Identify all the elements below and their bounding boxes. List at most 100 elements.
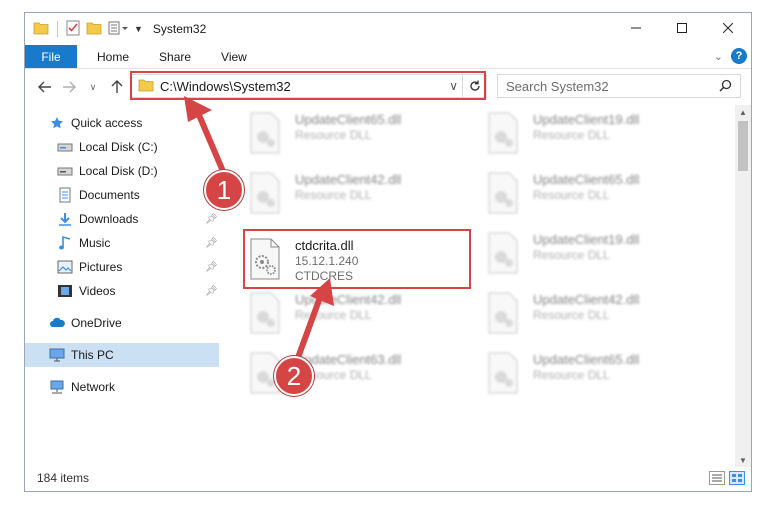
file-highlight bbox=[243, 229, 471, 289]
sidebar-item-label: Local Disk (C:) bbox=[79, 140, 158, 154]
sidebar-item-label: OneDrive bbox=[71, 316, 122, 330]
sidebar-item-label: Downloads bbox=[79, 212, 139, 226]
file-description: Resource DLL bbox=[295, 128, 372, 142]
list-item[interactable]: UpdateClient19.dll Resource DLL bbox=[483, 105, 713, 163]
sidebar-item-pictures[interactable]: Pictures 📌︎ bbox=[57, 255, 219, 279]
search-input[interactable] bbox=[506, 78, 706, 94]
step-1-badge: 1 bbox=[204, 170, 244, 210]
file-name: UpdateClient19.dll bbox=[533, 112, 640, 127]
list-item[interactable]: UpdateClient65.dll Resource DLL bbox=[483, 165, 713, 223]
step-2-badge: 2 bbox=[274, 356, 314, 396]
file-name: UpdateClient65.dll bbox=[533, 352, 640, 367]
file-name: UpdateClient65.dll bbox=[295, 112, 402, 127]
sidebar-item-documents[interactable]: Documents bbox=[57, 183, 140, 207]
list-item[interactable]: UpdateClient65.dll Resource DLL bbox=[245, 105, 475, 163]
tab-home[interactable]: Home bbox=[77, 45, 144, 68]
cloud-icon bbox=[49, 315, 65, 331]
sidebar-item-label: Network bbox=[71, 380, 116, 394]
expand-ribbon-icon[interactable]: ⌄ bbox=[714, 50, 723, 63]
search-box[interactable] bbox=[497, 74, 741, 98]
sidebar-item-quick-access[interactable]: Quick access bbox=[49, 111, 142, 135]
videos-icon bbox=[57, 283, 73, 299]
file-name: UpdateClient42.dll bbox=[295, 292, 402, 307]
music-icon bbox=[57, 235, 73, 251]
drive-icon bbox=[57, 139, 73, 155]
item-count: 184 items bbox=[37, 471, 90, 485]
close-button[interactable] bbox=[705, 13, 751, 43]
sidebar-item-label: Videos bbox=[79, 284, 116, 298]
file-description: Resource DLL bbox=[295, 308, 372, 322]
ribbon-tabs: File Home Share View ⌄ ? bbox=[25, 45, 751, 69]
search-icon[interactable] bbox=[719, 79, 732, 95]
address-bar-highlight bbox=[130, 71, 486, 100]
file-name: UpdateClient42.dll bbox=[295, 172, 402, 187]
download-icon bbox=[57, 211, 73, 227]
dll-file-icon bbox=[488, 232, 518, 274]
drive-icon bbox=[57, 163, 73, 179]
title-bar: ▼ System32 bbox=[25, 13, 751, 45]
maximize-button[interactable] bbox=[659, 13, 705, 43]
sidebar-item-label: This PC bbox=[71, 348, 114, 362]
dll-file-icon bbox=[250, 172, 280, 214]
list-item[interactable]: UpdateClient65.dll Resource DLL bbox=[483, 345, 713, 403]
pictures-icon bbox=[57, 259, 73, 275]
file-description: Resource DLL bbox=[295, 188, 372, 202]
status-bar: 184 items bbox=[25, 465, 751, 491]
help-icon[interactable]: ? bbox=[731, 48, 747, 64]
details-view-button[interactable] bbox=[709, 471, 725, 485]
file-description: Resource DLL bbox=[533, 308, 610, 322]
window-controls bbox=[613, 13, 751, 43]
tab-share[interactable]: Share bbox=[144, 45, 206, 68]
pin-icon[interactable]: 📌︎ bbox=[205, 214, 218, 225]
properties-icon[interactable] bbox=[66, 20, 80, 39]
forward-button[interactable] bbox=[57, 75, 81, 99]
tab-view[interactable]: View bbox=[206, 45, 262, 68]
dll-file-icon bbox=[250, 292, 280, 334]
scrollbar-thumb[interactable] bbox=[738, 121, 748, 171]
tiles-view-button[interactable] bbox=[729, 471, 745, 485]
sidebar-item-music[interactable]: Music 📌︎ bbox=[57, 231, 219, 255]
sidebar-item-label: Quick access bbox=[71, 116, 143, 130]
quick-access-toolbar: ▼ bbox=[25, 20, 143, 39]
star-icon bbox=[49, 115, 65, 131]
pin-icon[interactable]: 📌︎ bbox=[205, 262, 218, 273]
new-folder-icon[interactable] bbox=[86, 21, 102, 38]
sidebar-item-downloads[interactable]: Downloads 📌︎ bbox=[57, 207, 219, 231]
scroll-up-icon[interactable]: ▲ bbox=[735, 105, 751, 119]
file-name: UpdateClient42.dll bbox=[533, 292, 640, 307]
back-button[interactable] bbox=[33, 75, 57, 99]
list-item[interactable]: UpdateClient19.dll Resource DLL bbox=[483, 225, 713, 283]
pin-icon[interactable]: 📌︎ bbox=[205, 286, 218, 297]
list-item[interactable]: UpdateClient42.dll Resource DLL bbox=[483, 285, 713, 343]
sidebar-item-onedrive[interactable]: OneDrive bbox=[49, 311, 122, 335]
sidebar-item-label: Documents bbox=[79, 188, 140, 202]
folder-icon bbox=[33, 21, 49, 38]
list-item[interactable]: UpdateClient42.dll Resource DLL bbox=[245, 285, 475, 343]
sidebar-item-label: Music bbox=[79, 236, 111, 250]
sidebar-item-videos[interactable]: Videos 📌︎ bbox=[57, 279, 219, 303]
vertical-scrollbar[interactable]: ▲ ▼ bbox=[735, 105, 751, 467]
recent-locations-button[interactable]: ∨ bbox=[81, 75, 105, 99]
window-title: System32 bbox=[152, 22, 207, 36]
tab-file[interactable]: File bbox=[25, 45, 77, 68]
sidebar-item-label: Pictures bbox=[79, 260, 123, 274]
network-icon bbox=[49, 379, 65, 395]
dll-file-icon bbox=[250, 112, 280, 154]
sidebar-item-local-disk-c[interactable]: Local Disk (C:) bbox=[57, 135, 158, 159]
qat-dropdown-icon[interactable]: ▼ bbox=[134, 24, 143, 34]
documents-icon bbox=[57, 187, 73, 203]
pin-icon[interactable]: 📌︎ bbox=[205, 238, 218, 249]
up-button[interactable] bbox=[105, 75, 129, 99]
list-item[interactable]: UpdateClient42.dll Resource DLL bbox=[245, 165, 475, 223]
customize-qat-icon[interactable] bbox=[108, 21, 128, 38]
dll-file-icon bbox=[488, 352, 518, 394]
file-description: Resource DLL bbox=[533, 128, 610, 142]
sidebar-item-local-disk-d[interactable]: Local Disk (D:) bbox=[57, 159, 158, 183]
sidebar-item-network[interactable]: Network bbox=[49, 375, 115, 399]
computer-icon bbox=[49, 347, 65, 363]
dll-file-icon bbox=[488, 112, 518, 154]
sidebar-item-this-pc[interactable]: This PC bbox=[25, 343, 219, 367]
dll-file-icon bbox=[488, 292, 518, 334]
navigation-pane: Quick access Local Disk (C:) Local Disk … bbox=[25, 111, 219, 466]
minimize-button[interactable] bbox=[613, 13, 659, 43]
